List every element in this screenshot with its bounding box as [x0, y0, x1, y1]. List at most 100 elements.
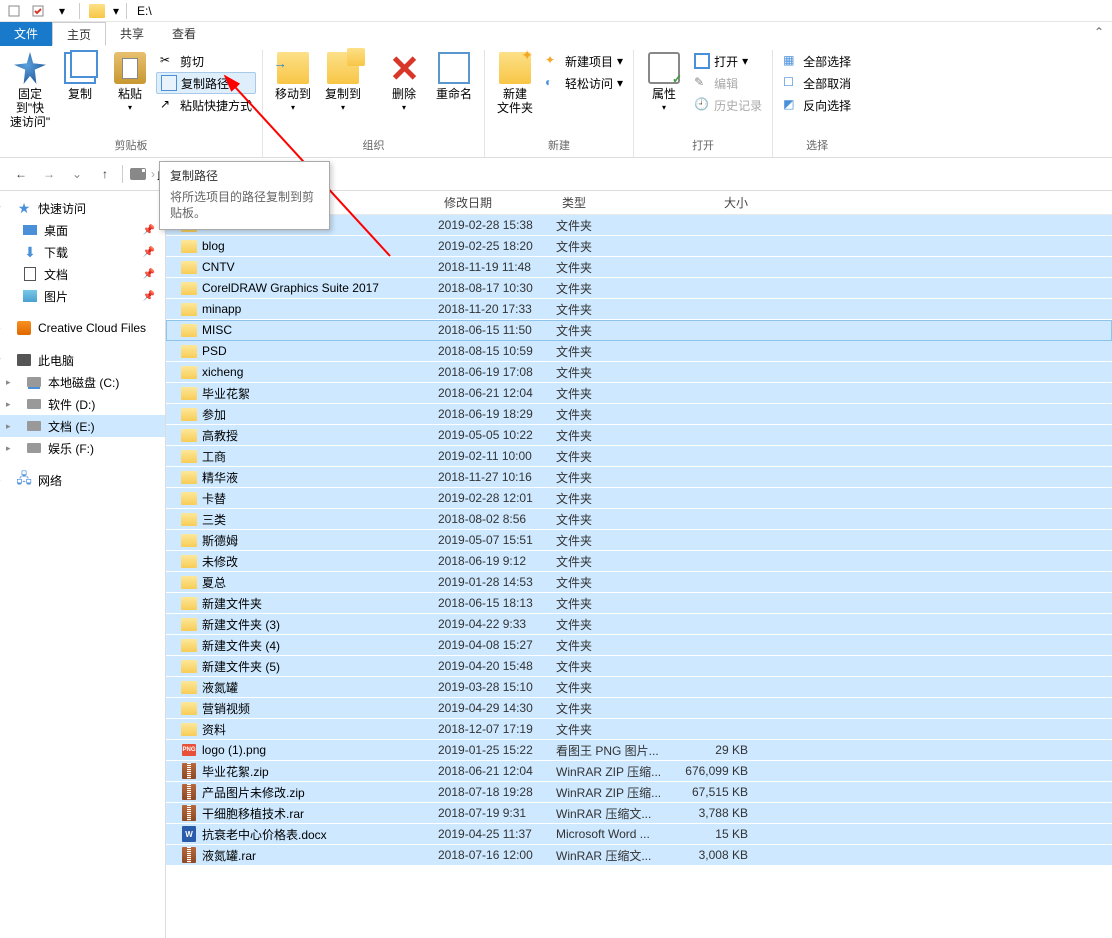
paste-shortcut-button[interactable]: ↗粘贴快捷方式	[156, 94, 256, 116]
edit-button[interactable]: ✎编辑	[690, 72, 766, 94]
qat-dropdown-2[interactable]: ▾	[110, 2, 122, 20]
recent-dropdown[interactable]: ⌄	[64, 162, 90, 186]
shortcut-icon: ↗	[160, 97, 176, 113]
file-row[interactable]: PNGlogo (1).png2019-01-25 15:22看图王 PNG 图…	[166, 740, 1112, 761]
tab-file[interactable]: 文件	[0, 22, 52, 46]
file-row[interactable]: 营销视频2019-04-29 14:30文件夹	[166, 698, 1112, 719]
forward-button[interactable]: →	[36, 162, 62, 186]
back-button[interactable]: ←	[8, 162, 34, 186]
ribbon-collapse-icon[interactable]: ⌃	[1086, 22, 1112, 46]
history-button[interactable]: 🕘历史记录	[690, 94, 766, 116]
file-type: 文件夹	[556, 721, 670, 738]
file-row[interactable]: 液氮罐2019-03-28 15:10文件夹	[166, 677, 1112, 698]
file-row[interactable]: 三类2018-08-02 8:56文件夹	[166, 509, 1112, 530]
new-folder-button[interactable]: 新建 文件夹	[491, 50, 539, 115]
drive-d-icon	[26, 396, 42, 412]
rename-button[interactable]: 重命名	[430, 50, 478, 101]
file-date: 2018-06-19 9:12	[438, 554, 556, 568]
sidebar-downloads[interactable]: ⬇下载📌	[0, 241, 165, 263]
file-row[interactable]: 未修改2018-06-19 9:12文件夹	[166, 551, 1112, 572]
col-type[interactable]: 类型	[556, 194, 670, 211]
file-name: 三类	[202, 511, 438, 528]
select-invert-button[interactable]: ◩反向选择	[779, 94, 855, 116]
paste-button[interactable]: 粘贴▾	[106, 50, 154, 115]
sidebar-pictures[interactable]: 图片📌	[0, 285, 165, 307]
file-size: 3,788 KB	[670, 806, 754, 820]
sidebar-desktop[interactable]: 桌面📌	[0, 219, 165, 241]
sidebar-this-pc[interactable]: ▾此电脑	[0, 349, 165, 371]
open-button[interactable]: 打开 ▾	[690, 50, 766, 72]
folder-icon	[180, 469, 198, 485]
easy-access-button[interactable]: ◐轻松访问 ▾	[541, 72, 627, 94]
copy-button[interactable]: 复制	[56, 50, 104, 101]
file-name: CorelDRAW Graphics Suite 2017	[202, 281, 438, 295]
qat-item-2[interactable]	[27, 2, 49, 20]
sidebar-drive-e[interactable]: ▸文档 (E:)	[0, 415, 165, 437]
delete-button[interactable]: 删除▾	[380, 50, 428, 115]
file-row[interactable]: CorelDRAW Graphics Suite 20172018-08-17 …	[166, 278, 1112, 299]
file-name: 未修改	[202, 553, 438, 570]
file-row[interactable]: xicheng2018-06-19 17:08文件夹	[166, 362, 1112, 383]
tab-share[interactable]: 共享	[106, 22, 158, 46]
tooltip-body: 将所选项目的路径复制到剪贴板。	[160, 187, 329, 229]
folder-icon	[180, 658, 198, 674]
select-all-button[interactable]: ▦全部选择	[779, 50, 855, 72]
file-list[interactable]: BaiduNetdiskDownload2019-02-28 15:38文件夹b…	[166, 215, 1112, 938]
sidebar-documents[interactable]: 文档📌	[0, 263, 165, 285]
file-row[interactable]: 产品图片未修改.zip2018-07-18 19:28WinRAR ZIP 压缩…	[166, 782, 1112, 803]
download-icon: ⬇	[22, 244, 38, 260]
file-name: 参加	[202, 406, 438, 423]
file-row[interactable]: CNTV2018-11-19 11:48文件夹	[166, 257, 1112, 278]
file-row[interactable]: W抗衰老中心价格表.docx2019-04-25 11:37Microsoft …	[166, 824, 1112, 845]
copy-to-button[interactable]: 复制到▾	[319, 50, 367, 115]
file-row[interactable]: 夏总2019-01-28 14:53文件夹	[166, 572, 1112, 593]
qat-item-1[interactable]	[3, 2, 25, 20]
cut-button[interactable]: ✂剪切	[156, 50, 256, 72]
file-row[interactable]: 液氮罐.rar2018-07-16 12:00WinRAR 压缩文...3,00…	[166, 845, 1112, 866]
sidebar-creative-cloud[interactable]: ▸Creative Cloud Files	[0, 317, 165, 339]
file-name: 斯德姆	[202, 532, 438, 549]
ribbon-tabs: 文件 主页 共享 查看 ⌃	[0, 22, 1112, 46]
col-date[interactable]: 修改日期	[438, 194, 556, 211]
up-button[interactable]: ↑	[92, 162, 118, 186]
file-row[interactable]: 新建文件夹2018-06-15 18:13文件夹	[166, 593, 1112, 614]
file-row[interactable]: PSD2018-08-15 10:59文件夹	[166, 341, 1112, 362]
select-none-button[interactable]: ☐全部取消	[779, 72, 855, 94]
sidebar-quick-access[interactable]: ▾★快速访问	[0, 197, 165, 219]
tab-view[interactable]: 查看	[158, 22, 210, 46]
sidebar-drive-f[interactable]: ▸娱乐 (F:)	[0, 437, 165, 459]
sidebar-drive-d[interactable]: ▸软件 (D:)	[0, 393, 165, 415]
file-row[interactable]: 新建文件夹 (3)2019-04-22 9:33文件夹	[166, 614, 1112, 635]
file-row[interactable]: 卡替2019-02-28 12:01文件夹	[166, 488, 1112, 509]
file-row[interactable]: 精华液2018-11-27 10:16文件夹	[166, 467, 1112, 488]
file-row[interactable]: 毕业花絮2018-06-21 12:04文件夹	[166, 383, 1112, 404]
file-row[interactable]: 干细胞移植技术.rar2018-07-19 9:31WinRAR 压缩文...3…	[166, 803, 1112, 824]
network-icon: 🖧	[16, 472, 32, 488]
copy-path-button[interactable]: 复制路径	[156, 72, 256, 94]
file-name: 工商	[202, 448, 438, 465]
file-row[interactable]: 资料2018-12-07 17:19文件夹	[166, 719, 1112, 740]
file-row[interactable]: 高教授2019-05-05 10:22文件夹	[166, 425, 1112, 446]
file-row[interactable]: 工商2019-02-11 10:00文件夹	[166, 446, 1112, 467]
file-row[interactable]: MISC2018-06-15 11:50文件夹	[166, 320, 1112, 341]
move-to-button[interactable]: 移动到▾	[269, 50, 317, 115]
file-row[interactable]: 新建文件夹 (5)2019-04-20 15:48文件夹	[166, 656, 1112, 677]
file-row[interactable]: minapp2018-11-20 17:33文件夹	[166, 299, 1112, 320]
file-row[interactable]: 新建文件夹 (4)2019-04-08 15:27文件夹	[166, 635, 1112, 656]
file-row[interactable]: 参加2018-06-19 18:29文件夹	[166, 404, 1112, 425]
tab-home[interactable]: 主页	[52, 22, 106, 46]
file-row[interactable]: 斯德姆2019-05-07 15:51文件夹	[166, 530, 1112, 551]
new-item-button[interactable]: ✦新建项目 ▾	[541, 50, 627, 72]
col-size[interactable]: 大小	[670, 194, 754, 211]
file-name: 毕业花絮	[202, 385, 438, 402]
sidebar-network[interactable]: ▸🖧网络	[0, 469, 165, 491]
properties-button[interactable]: 属性▾	[640, 50, 688, 115]
pin-quick-access-button[interactable]: 固定到"快 速访问"	[6, 50, 54, 129]
folder-icon	[180, 364, 198, 380]
file-row[interactable]: 毕业花絮.zip2018-06-21 12:04WinRAR ZIP 压缩...…	[166, 761, 1112, 782]
file-type: 文件夹	[556, 238, 670, 255]
sidebar-drive-c[interactable]: ▸本地磁盘 (C:)	[0, 371, 165, 393]
qat-dropdown[interactable]: ▾	[51, 2, 73, 20]
file-row[interactable]: blog2019-02-25 18:20文件夹	[166, 236, 1112, 257]
file-size: 29 KB	[670, 743, 754, 757]
